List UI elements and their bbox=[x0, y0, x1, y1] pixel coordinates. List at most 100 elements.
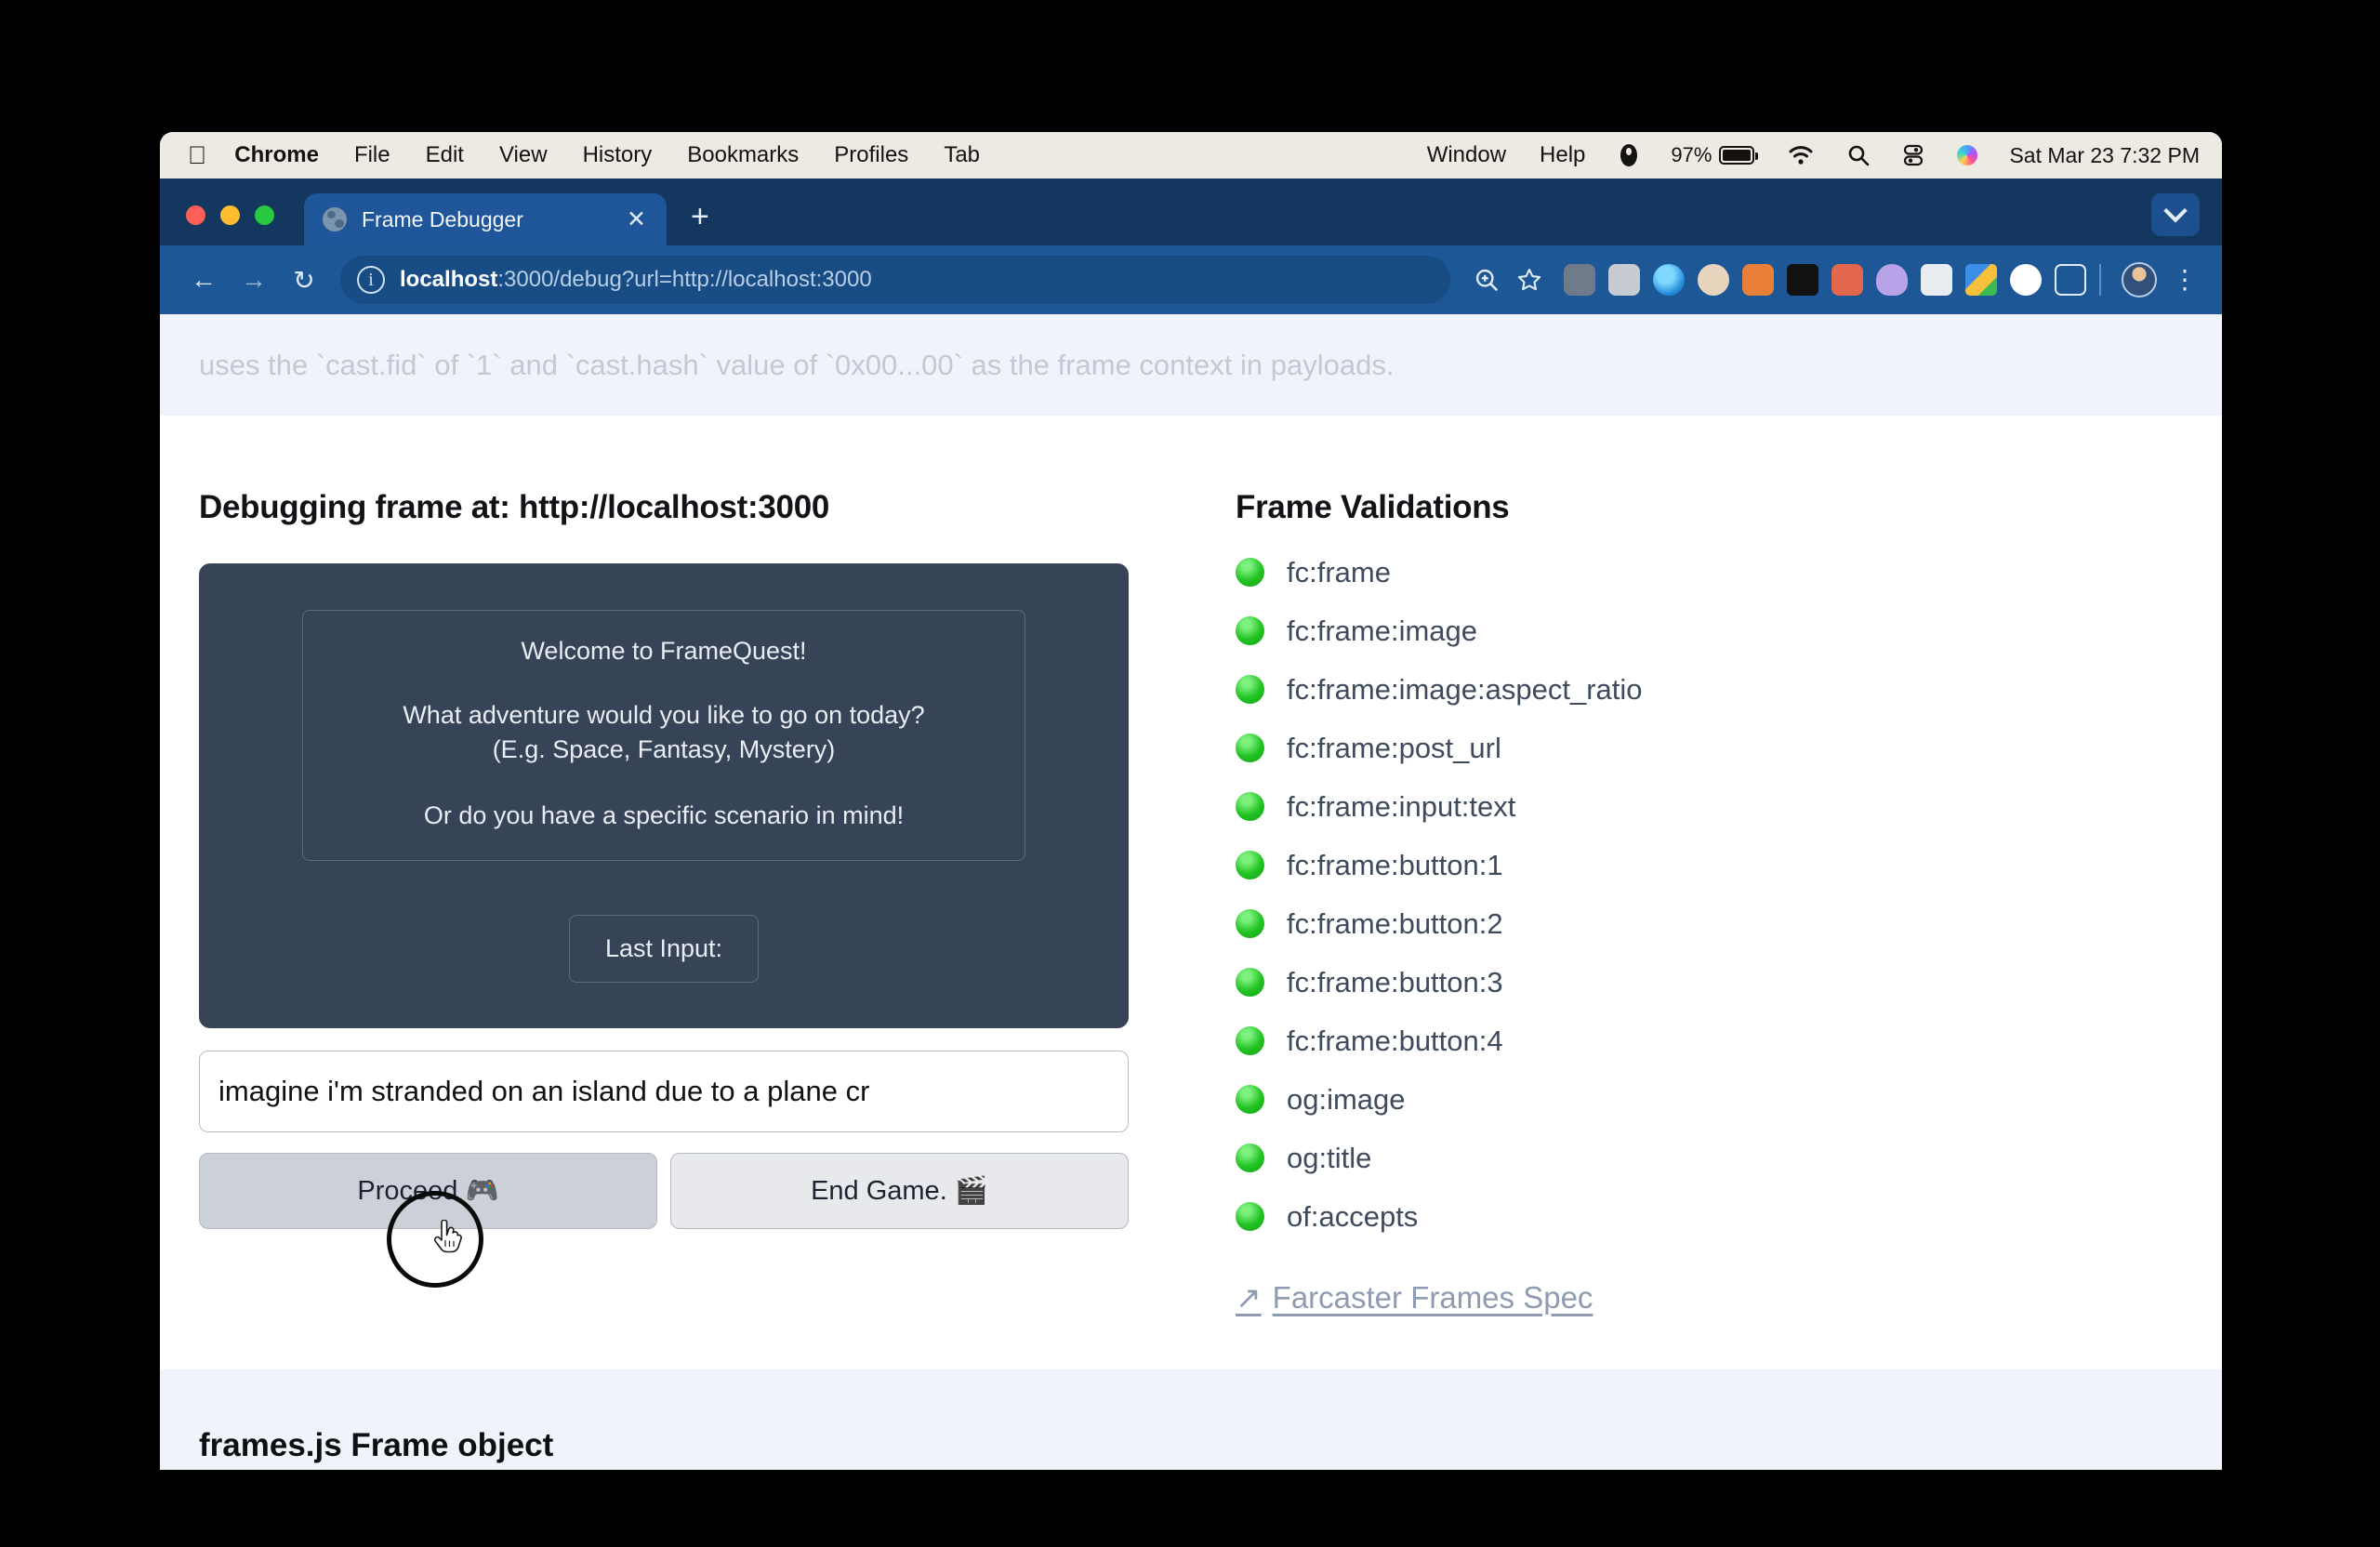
frame-line-question: What adventure would you like to go on t… bbox=[403, 700, 925, 729]
farcaster-frames-spec-link[interactable]: ↗ Farcaster Frames Spec bbox=[1236, 1279, 1593, 1316]
validation-row: fc:frame bbox=[1236, 543, 2222, 602]
validation-label: fc:frame:post_url bbox=[1287, 731, 1501, 764]
extension-icon-google-drive[interactable] bbox=[1965, 264, 1997, 296]
extension-icon-rabby[interactable] bbox=[1831, 264, 1863, 296]
minimize-window-button[interactable] bbox=[220, 205, 240, 225]
frame-line-scenario: Or do you have a specific scenario in mi… bbox=[423, 800, 905, 829]
browser-window:  Chrome File Edit View History Bookmark… bbox=[160, 132, 2222, 1470]
zoom-icon[interactable] bbox=[1465, 258, 1508, 301]
extension-icon-ghost[interactable] bbox=[1876, 264, 1908, 296]
control-center-icon[interactable] bbox=[1903, 144, 1924, 166]
status-dot-pass-icon bbox=[1236, 558, 1264, 587]
extension-icon-dark-s[interactable] bbox=[1787, 264, 1818, 296]
chrome-menu-icon[interactable]: ⋮ bbox=[2172, 266, 2198, 292]
menu-item-profiles[interactable]: Profiles bbox=[834, 142, 908, 168]
validation-label: fc:frame:button:2 bbox=[1287, 906, 1503, 940]
status-dot-pass-icon bbox=[1236, 1026, 1264, 1055]
mac-menubar:  Chrome File Edit View History Bookmark… bbox=[160, 132, 2222, 178]
validation-label: fc:frame:input:text bbox=[1287, 789, 1516, 823]
validation-row: fc:frame:button:4 bbox=[1236, 1012, 2222, 1070]
wifi-icon[interactable] bbox=[1788, 145, 1814, 165]
validation-label: fc:frame:image bbox=[1287, 614, 1478, 647]
page-title: Debugging frame at: http://localhost:300… bbox=[199, 489, 830, 525]
frame-context-note: uses the `cast.fid` of `1` and `cast.has… bbox=[199, 348, 1395, 381]
siri-icon[interactable] bbox=[1957, 145, 1978, 165]
frame-button-row: Proceed 🎮 End Game. 🎬 bbox=[199, 1153, 1138, 1229]
extension-icon-ublock[interactable] bbox=[1564, 264, 1595, 296]
validation-row: fc:frame:button:2 bbox=[1236, 894, 2222, 953]
extension-icon-puzzle[interactable] bbox=[2055, 264, 2086, 296]
extension-icon-notes[interactable] bbox=[1608, 264, 1640, 296]
extension-icon-hypothesis[interactable] bbox=[1921, 264, 1952, 296]
status-dot-pass-icon bbox=[1236, 734, 1264, 762]
validation-row: og:image bbox=[1236, 1070, 2222, 1129]
frame-image-preview: Welcome to FrameQuest! What adventure wo… bbox=[199, 563, 1129, 1028]
page-content: Debugging frame at: http://localhost:300… bbox=[160, 416, 2222, 1316]
search-icon[interactable] bbox=[1847, 144, 1870, 166]
battery-percent-label: 97% bbox=[1671, 143, 1712, 166]
validations-list: fc:frame fc:frame:image fc:frame:image:asp… bbox=[1236, 543, 2222, 1246]
status-dot-pass-icon bbox=[1236, 675, 1264, 704]
status-dot-pass-icon bbox=[1236, 1202, 1264, 1231]
menu-item-bookmarks[interactable]: Bookmarks bbox=[687, 142, 799, 168]
extension-icon-rainbow[interactable] bbox=[1653, 264, 1685, 296]
close-tab-icon[interactable]: ✕ bbox=[623, 207, 650, 231]
menu-item-edit[interactable]: Edit bbox=[426, 142, 464, 168]
menu-item-view[interactable]: View bbox=[499, 142, 548, 168]
menu-item-file[interactable]: File bbox=[354, 142, 390, 168]
record-icon[interactable] bbox=[1619, 143, 1639, 167]
validation-row: fc:frame:image:aspect_ratio bbox=[1236, 660, 2222, 719]
validations-column: Frame Validations fc:frame fc:frame:image… bbox=[1236, 489, 2222, 1316]
external-link-icon: ↗ bbox=[1236, 1280, 1262, 1315]
address-bar[interactable]: i localhost:3000/debug?url=http://localh… bbox=[340, 256, 1450, 304]
validation-row: og:title bbox=[1236, 1129, 2222, 1187]
menu-item-help[interactable]: Help bbox=[1540, 142, 1585, 168]
globe-favicon-icon bbox=[323, 207, 347, 231]
status-dot-pass-icon bbox=[1236, 616, 1264, 645]
reload-button[interactable]: ↻ bbox=[279, 255, 329, 305]
validation-row: fc:frame:button:3 bbox=[1236, 953, 2222, 1012]
close-window-button[interactable] bbox=[186, 205, 205, 225]
menu-item-chrome[interactable]: Chrome bbox=[234, 142, 319, 168]
status-dot-pass-icon bbox=[1236, 909, 1264, 938]
menu-item-window[interactable]: Window bbox=[1427, 142, 1506, 168]
validation-row: fc:frame:input:text bbox=[1236, 777, 2222, 836]
frame-preview-column: Debugging frame at: http://localhost:300… bbox=[199, 489, 1138, 1316]
menu-item-history[interactable]: History bbox=[583, 142, 653, 168]
bookmark-star-icon[interactable] bbox=[1508, 258, 1551, 301]
profile-avatar[interactable] bbox=[2122, 262, 2157, 298]
screen:  Chrome File Edit View History Bookmark… bbox=[0, 0, 2380, 1547]
browser-toolbar: ← → ↻ i localhost:3000/debug?url=http://… bbox=[160, 245, 2222, 314]
extension-icon-metamask[interactable] bbox=[1742, 264, 1774, 296]
tab-search-button[interactable] bbox=[2151, 193, 2200, 236]
back-button[interactable]: ← bbox=[178, 255, 229, 305]
tab-frame-debugger[interactable]: Frame Debugger ✕ bbox=[304, 193, 667, 245]
frame-button-proceed[interactable]: Proceed 🎮 bbox=[199, 1153, 657, 1229]
top-note-strip: uses the `cast.fid` of `1` and `cast.has… bbox=[160, 314, 2222, 416]
validation-label: fc:frame:button:1 bbox=[1287, 848, 1503, 881]
maximize-window-button[interactable] bbox=[255, 205, 274, 225]
validation-label: og:image bbox=[1287, 1082, 1406, 1116]
new-tab-button[interactable]: + bbox=[691, 201, 709, 245]
frame-button-end-game[interactable]: End Game. 🎬 bbox=[670, 1153, 1129, 1229]
tab-title: Frame Debugger bbox=[362, 206, 523, 231]
frame-text-input[interactable]: imagine i'm stranded on an island due to… bbox=[199, 1051, 1129, 1132]
status-dot-pass-icon bbox=[1236, 1085, 1264, 1114]
status-dot-pass-icon bbox=[1236, 851, 1264, 879]
url-host: localhost bbox=[400, 267, 498, 292]
validation-label: fc:frame:image:aspect_ratio bbox=[1287, 672, 1643, 706]
site-info-icon[interactable]: i bbox=[357, 266, 385, 294]
tab-strip: Frame Debugger ✕ + bbox=[160, 178, 2222, 245]
extension-icon-stripe[interactable] bbox=[2010, 264, 2042, 296]
validation-label: fc:frame:button:4 bbox=[1287, 1024, 1503, 1057]
battery-icon[interactable] bbox=[1719, 146, 1759, 165]
menu-item-tab[interactable]: Tab bbox=[944, 142, 980, 168]
extension-icon-glasses[interactable] bbox=[1698, 264, 1729, 296]
forward-button[interactable]: → bbox=[229, 255, 279, 305]
frame-last-input-box: Last Input: bbox=[568, 914, 760, 983]
address-bar-url: localhost:3000/debug?url=http://localhos… bbox=[400, 267, 872, 293]
apple-menu-icon[interactable]:  bbox=[188, 142, 206, 168]
window-controls bbox=[186, 205, 274, 245]
spec-link-label: Farcaster Frames Spec bbox=[1272, 1280, 1593, 1315]
menubar-clock[interactable]: Sat Mar 23 7:32 PM bbox=[2009, 143, 2200, 168]
